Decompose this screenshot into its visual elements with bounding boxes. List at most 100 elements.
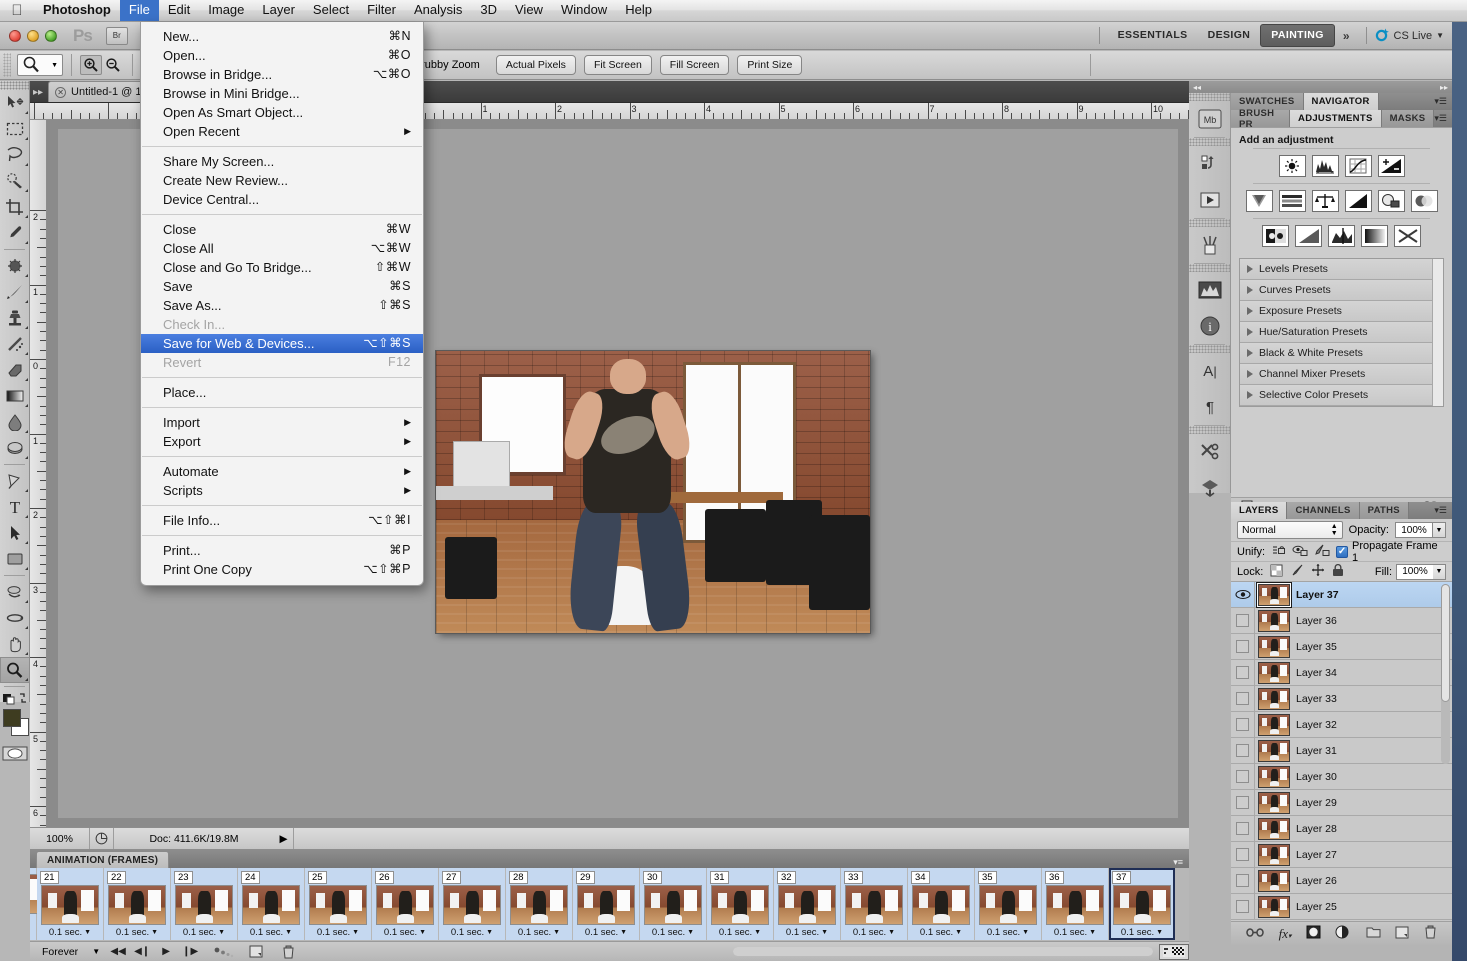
- layers-panel-menu[interactable]: ▾☰: [1409, 502, 1452, 519]
- menu-item-print[interactable]: Print... ⌘P: [141, 541, 423, 560]
- document-image[interactable]: [436, 351, 870, 633]
- pen-tool[interactable]: [0, 468, 30, 494]
- eye-slot[interactable]: [1236, 614, 1249, 627]
- animation-frame[interactable]: 32 0.1 sec. ▼: [774, 868, 840, 940]
- menu-item-close[interactable]: Close ⌘W: [141, 220, 423, 239]
- animation-frame[interactable]: 27 0.1 sec. ▼: [439, 868, 505, 940]
- layer-row[interactable]: Layer 28: [1231, 815, 1452, 842]
- posterize-icon[interactable]: [1295, 225, 1322, 247]
- tab-layers[interactable]: LAYERS: [1231, 502, 1288, 519]
- preset-item[interactable]: Hue/Saturation Presets: [1240, 322, 1443, 343]
- frame-delay[interactable]: 0.1 sec. ▼: [116, 927, 158, 938]
- frame-delay[interactable]: 0.1 sec. ▼: [920, 927, 962, 938]
- gradient-map-icon[interactable]: [1361, 225, 1388, 247]
- frame-thumbnail[interactable]: [309, 885, 367, 925]
- tab-adjustments[interactable]: ADJUSTMENTS: [1290, 110, 1382, 127]
- brightness-contrast-icon[interactable]: [1278, 155, 1306, 177]
- frame-thumbnail[interactable]: [376, 885, 434, 925]
- collapse-left-icon[interactable]: ◂◂: [1193, 83, 1201, 92]
- zoom-tool[interactable]: [0, 657, 30, 683]
- menubar-app-name[interactable]: Photoshop: [34, 0, 120, 21]
- marquee-tool[interactable]: [0, 116, 30, 142]
- collapse-right-icon[interactable]: ▸▸: [1440, 83, 1448, 92]
- workspace-painting[interactable]: PAINTING: [1260, 24, 1335, 47]
- tool-preset-picker[interactable]: ▼: [17, 54, 63, 76]
- menu-item-save-as[interactable]: Save As... ⇧⌘S: [141, 296, 423, 315]
- fill-value[interactable]: 100%: [1396, 563, 1434, 580]
- frame-delay[interactable]: 0.1 sec. ▼: [317, 927, 359, 938]
- eye-slot[interactable]: [1236, 796, 1249, 809]
- print-size-button[interactable]: Print Size: [737, 55, 803, 75]
- menu-item-create-new-review[interactable]: Create New Review...: [141, 171, 423, 190]
- animation-frame[interactable]: 36 0.1 sec. ▼: [1042, 868, 1108, 940]
- layer-visibility-toggle[interactable]: [1231, 763, 1255, 790]
- menu-item-import[interactable]: Import ▶: [141, 413, 423, 432]
- animation-frame[interactable]: 24 0.1 sec. ▼: [238, 868, 304, 940]
- tab-masks[interactable]: MASKS: [1381, 110, 1435, 127]
- layer-thumbnail[interactable]: [1258, 739, 1290, 762]
- preset-item[interactable]: Levels Presets: [1240, 259, 1443, 280]
- animation-frame[interactable]: 28 0.1 sec. ▼: [506, 868, 572, 940]
- quick-mask-button[interactable]: [0, 740, 30, 766]
- icon-column-grip-3[interactable]: [1189, 219, 1230, 227]
- tab-paths[interactable]: PATHS: [1359, 502, 1409, 519]
- layer-thumbnail[interactable]: [1258, 895, 1290, 918]
- lasso-tool[interactable]: [0, 142, 30, 168]
- eye-slot[interactable]: [1236, 822, 1249, 835]
- icon-column-grip-5[interactable]: [1189, 345, 1230, 353]
- preset-item[interactable]: Exposure Presets: [1240, 301, 1443, 322]
- menu-item-device-central[interactable]: Device Central...: [141, 190, 423, 209]
- disclosure-triangle-icon[interactable]: [1247, 328, 1253, 336]
- layer-thumbnail[interactable]: [1258, 687, 1290, 710]
- layer-thumbnail[interactable]: [1258, 583, 1290, 606]
- frame-thumbnail[interactable]: [1113, 885, 1171, 925]
- crop-tool[interactable]: [0, 194, 30, 220]
- cs-live-button[interactable]: CS Live ▼: [1375, 27, 1444, 45]
- paragraph-icon[interactable]: ¶: [1189, 389, 1231, 425]
- frame-thumbnail[interactable]: [711, 885, 769, 925]
- frame-thumbnail[interactable]: [443, 885, 501, 925]
- menu-item-file-info[interactable]: File Info... ⌥⇧⌘I: [141, 511, 423, 530]
- black-white-icon[interactable]: [1344, 190, 1372, 212]
- eye-slot[interactable]: [1236, 848, 1249, 861]
- actual-pixels-button[interactable]: Actual Pixels: [495, 55, 576, 75]
- histogram-icon[interactable]: [1189, 272, 1231, 308]
- layer-thumbnail[interactable]: [1258, 791, 1290, 814]
- zoom-window-button[interactable]: [45, 29, 57, 42]
- layer-row[interactable]: Layer 25: [1231, 893, 1452, 920]
- propagate-frame-checkbox[interactable]: [1336, 545, 1349, 558]
- layer-visibility-toggle[interactable]: [1231, 607, 1255, 634]
- eye-slot[interactable]: [1236, 874, 1249, 887]
- tool-presets-icon[interactable]: [1189, 227, 1231, 263]
- layer-thumbnail[interactable]: [1258, 713, 1290, 736]
- link-layers-icon[interactable]: [1246, 927, 1264, 941]
- fit-screen-button[interactable]: Fit Screen: [583, 55, 652, 75]
- tab-animation-frames[interactable]: ANIMATION (FRAMES): [36, 851, 170, 868]
- animation-frame[interactable]: 33 0.1 sec. ▼: [841, 868, 907, 940]
- menu-item-print-one-copy[interactable]: Print One Copy ⌥⇧⌘P: [141, 560, 423, 579]
- history-icon[interactable]: [1189, 146, 1231, 182]
- eye-slot[interactable]: [1236, 718, 1249, 731]
- hand-tool[interactable]: [0, 631, 30, 657]
- delete-layer-icon[interactable]: [1424, 925, 1437, 942]
- eye-slot[interactable]: [1236, 666, 1249, 679]
- menu-item-open-as-smart-object[interactable]: Open As Smart Object...: [141, 103, 423, 122]
- duplicate-frame-button[interactable]: [244, 943, 268, 961]
- frame-thumbnail[interactable]: [845, 885, 903, 925]
- lock-image-icon[interactable]: [1290, 564, 1304, 580]
- animation-frame[interactable]: 29 0.1 sec. ▼: [573, 868, 639, 940]
- layer-row[interactable]: Layer 37: [1231, 582, 1452, 608]
- frame-thumbnail[interactable]: [510, 885, 568, 925]
- preset-list-scrollbar[interactable]: [1432, 259, 1443, 406]
- animation-frame[interactable]: 25 0.1 sec. ▼: [305, 868, 371, 940]
- layer-row[interactable]: Layer 32: [1231, 711, 1452, 738]
- menu-item-browse-in-mini-bridge[interactable]: Browse in Mini Bridge...: [141, 84, 423, 103]
- animation-frame[interactable]: 26 0.1 sec. ▼: [372, 868, 438, 940]
- layer-visibility-toggle[interactable]: [1231, 633, 1255, 660]
- foreground-color-swatch[interactable]: [3, 709, 21, 727]
- disclosure-triangle-icon[interactable]: [1247, 349, 1253, 357]
- menubar-item-filter[interactable]: Filter: [358, 0, 405, 21]
- eye-slot[interactable]: [1236, 770, 1249, 783]
- info-icon[interactable]: i: [1189, 308, 1231, 344]
- photo-filter-icon[interactable]: [1377, 190, 1405, 212]
